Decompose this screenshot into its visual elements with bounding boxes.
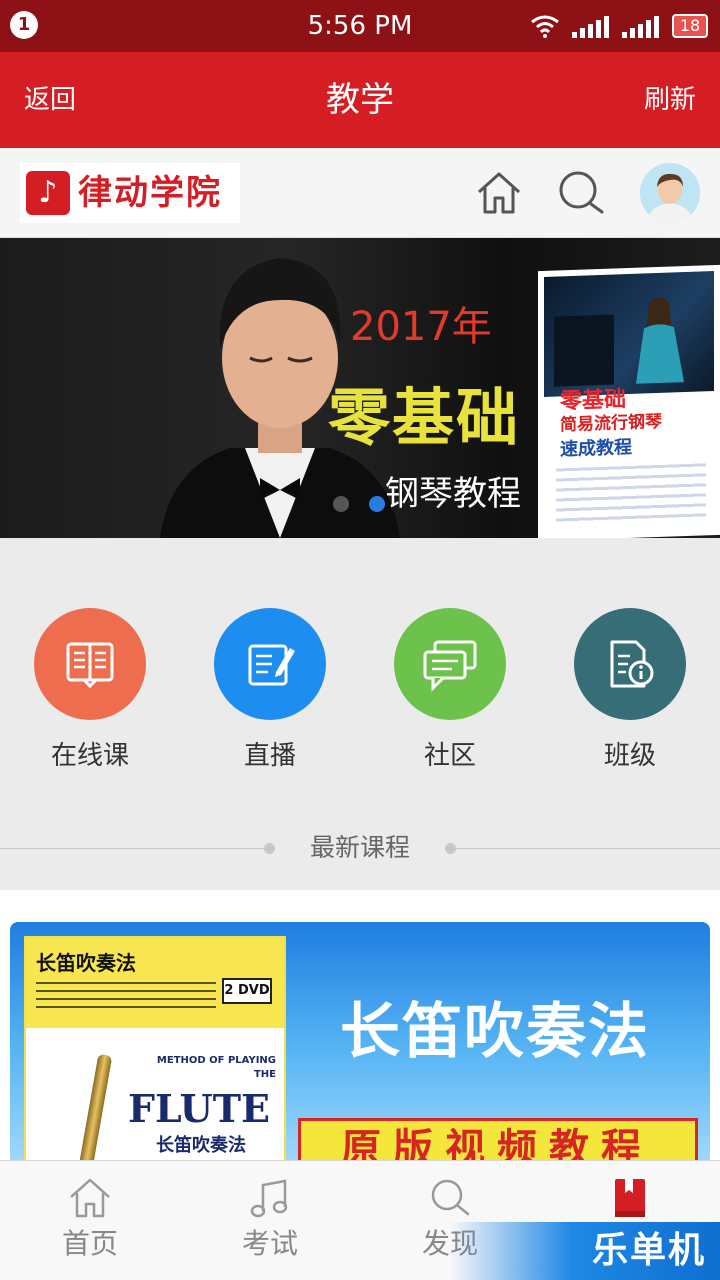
book-description-lines — [556, 463, 706, 529]
banner-headline: 零基础 — [328, 381, 521, 454]
book-title-line2: 简易流行钢琴 — [560, 411, 662, 436]
bookmark-book-icon — [615, 1179, 645, 1217]
cover-method-text: METHOD OF PLAYING THE — [156, 1055, 276, 1080]
site-toolbar: ♪ 律动学院 — [0, 148, 720, 238]
tab-label: 考试 — [241, 1227, 298, 1260]
course-cover-image: 长笛吹奏法 2 DVD METHOD OF PLAYING THE FLUTE … — [24, 936, 286, 1160]
quick-nav-label: 在线课 — [50, 741, 129, 771]
flute-image — [77, 1053, 113, 1160]
banner-subtitle: 钢琴教程 — [385, 474, 521, 514]
logo-text: 律动学院 — [78, 173, 222, 213]
live-circle — [214, 608, 326, 720]
status-icons: 18 — [530, 12, 708, 40]
community-circle — [394, 608, 506, 720]
signal-icon — [572, 16, 609, 38]
tab-home[interactable]: 首页 — [30, 1175, 150, 1263]
signal-sim2-icon — [622, 16, 659, 38]
carousel-dot-1[interactable] — [333, 496, 349, 512]
app-header: 返回 教学 刷新 — [0, 52, 720, 148]
home-icon[interactable] — [474, 168, 524, 218]
refresh-button[interactable]: 刷新 — [644, 82, 696, 118]
promo-banner[interactable]: 2017年 零基础 钢琴教程 零基础 简易流行钢琴 速成教程 — [0, 238, 720, 538]
page-title: 教学 — [326, 80, 394, 120]
quick-nav-community[interactable]: 社区 — [394, 608, 506, 774]
cover-flute-word: FLUTE — [128, 1086, 270, 1131]
online-course-circle — [34, 608, 146, 720]
quick-nav-class[interactable]: 班级 — [574, 608, 686, 774]
cover-cn-title: 长笛吹奏法 — [156, 1135, 246, 1156]
edit-icon — [248, 644, 295, 686]
chat-icon — [423, 640, 477, 692]
document-info-icon — [610, 640, 654, 688]
cover-dvd-badge: 2 DVD — [222, 978, 272, 1004]
user-avatar[interactable] — [640, 163, 700, 223]
watermark-text: 乐单机 — [591, 1230, 706, 1271]
book-icon — [66, 642, 114, 689]
latest-courses-divider: 最新课程 — [0, 820, 720, 876]
quick-nav-label: 班级 — [603, 741, 656, 771]
course-title: 长笛吹奏法 — [340, 997, 650, 1067]
book-cover-photo — [544, 271, 714, 397]
site-logo[interactable]: ♪ 律动学院 — [20, 163, 240, 223]
carousel-dot-2-active[interactable] — [369, 496, 385, 512]
book-title-line3: 速成教程 — [560, 436, 632, 461]
search-icon[interactable] — [556, 168, 606, 218]
wifi-icon — [531, 15, 559, 38]
quick-nav-live[interactable]: 直播 — [214, 608, 326, 774]
site-watermark: 乐单机 — [450, 1222, 720, 1280]
cover-subtitle-lines — [36, 982, 216, 1012]
home-icon — [70, 1178, 110, 1218]
quick-nav: 在线课 直播 社区 班级 — [0, 538, 720, 788]
course-list: 长笛吹奏法 2 DVD METHOD OF PLAYING THE FLUTE … — [0, 890, 720, 1160]
cover-title: 长笛吹奏法 — [36, 951, 136, 975]
course-tag: 原版视频教程 — [298, 1118, 698, 1160]
status-bar: 1 5:56 PM 18 — [0, 0, 720, 52]
quick-nav-online-course[interactable]: 在线课 — [34, 608, 146, 774]
search-icon — [431, 1179, 470, 1216]
divider-line-right — [452, 848, 720, 849]
course-card[interactable]: 长笛吹奏法 2 DVD METHOD OF PLAYING THE FLUTE … — [10, 922, 710, 1160]
banner-year: 2017年 — [350, 304, 492, 350]
logo-mark-icon: ♪ — [26, 171, 70, 215]
battery-indicator: 18 — [672, 14, 708, 38]
tab-label: 首页 — [61, 1227, 118, 1260]
quick-nav-label: 社区 — [423, 741, 476, 771]
quick-nav-label: 直播 — [243, 741, 296, 771]
class-circle — [574, 608, 686, 720]
tab-exam[interactable]: 考试 — [210, 1175, 330, 1263]
book-cover: 零基础 简易流行钢琴 速成教程 — [538, 264, 720, 538]
music-note-icon — [250, 1179, 288, 1218]
